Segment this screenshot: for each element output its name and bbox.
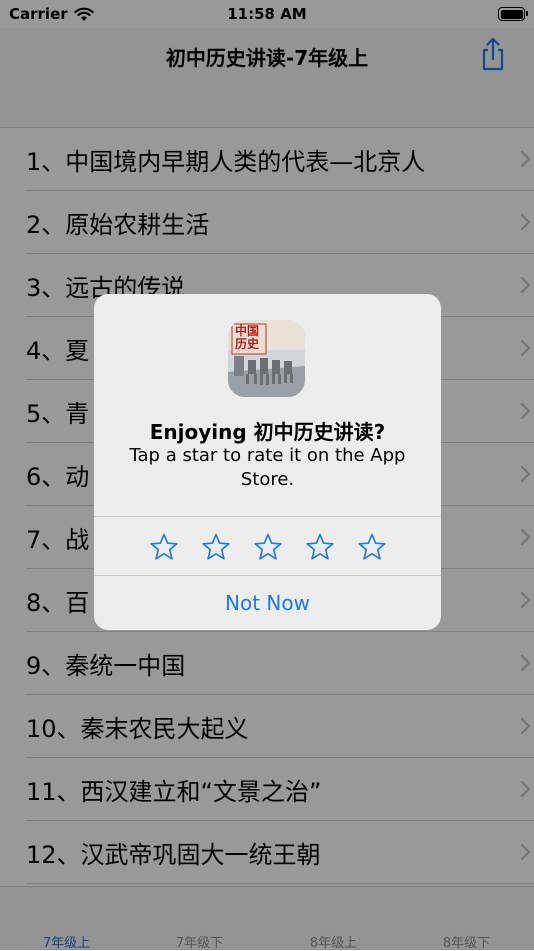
rating-alert: 中国历史 Enjoying 初中历史讲读? Tap a star to rate… [94, 294, 441, 630]
alert-divider [94, 516, 441, 517]
app-icon: 中国历史 [228, 320, 305, 397]
alert-title: Enjoying 初中历史讲读? [149, 420, 386, 444]
not-now-button[interactable]: Not Now [94, 576, 441, 630]
alert-message: Tap a star to rate it on the App Store. [129, 445, 406, 490]
app-icon-text: 中国历史 [235, 324, 260, 351]
star-icon[interactable] [253, 532, 283, 562]
star-rating [94, 518, 441, 576]
star-icon[interactable] [201, 532, 231, 562]
star-icon[interactable] [305, 532, 335, 562]
star-icon[interactable] [149, 532, 179, 562]
star-icon[interactable] [357, 532, 387, 562]
